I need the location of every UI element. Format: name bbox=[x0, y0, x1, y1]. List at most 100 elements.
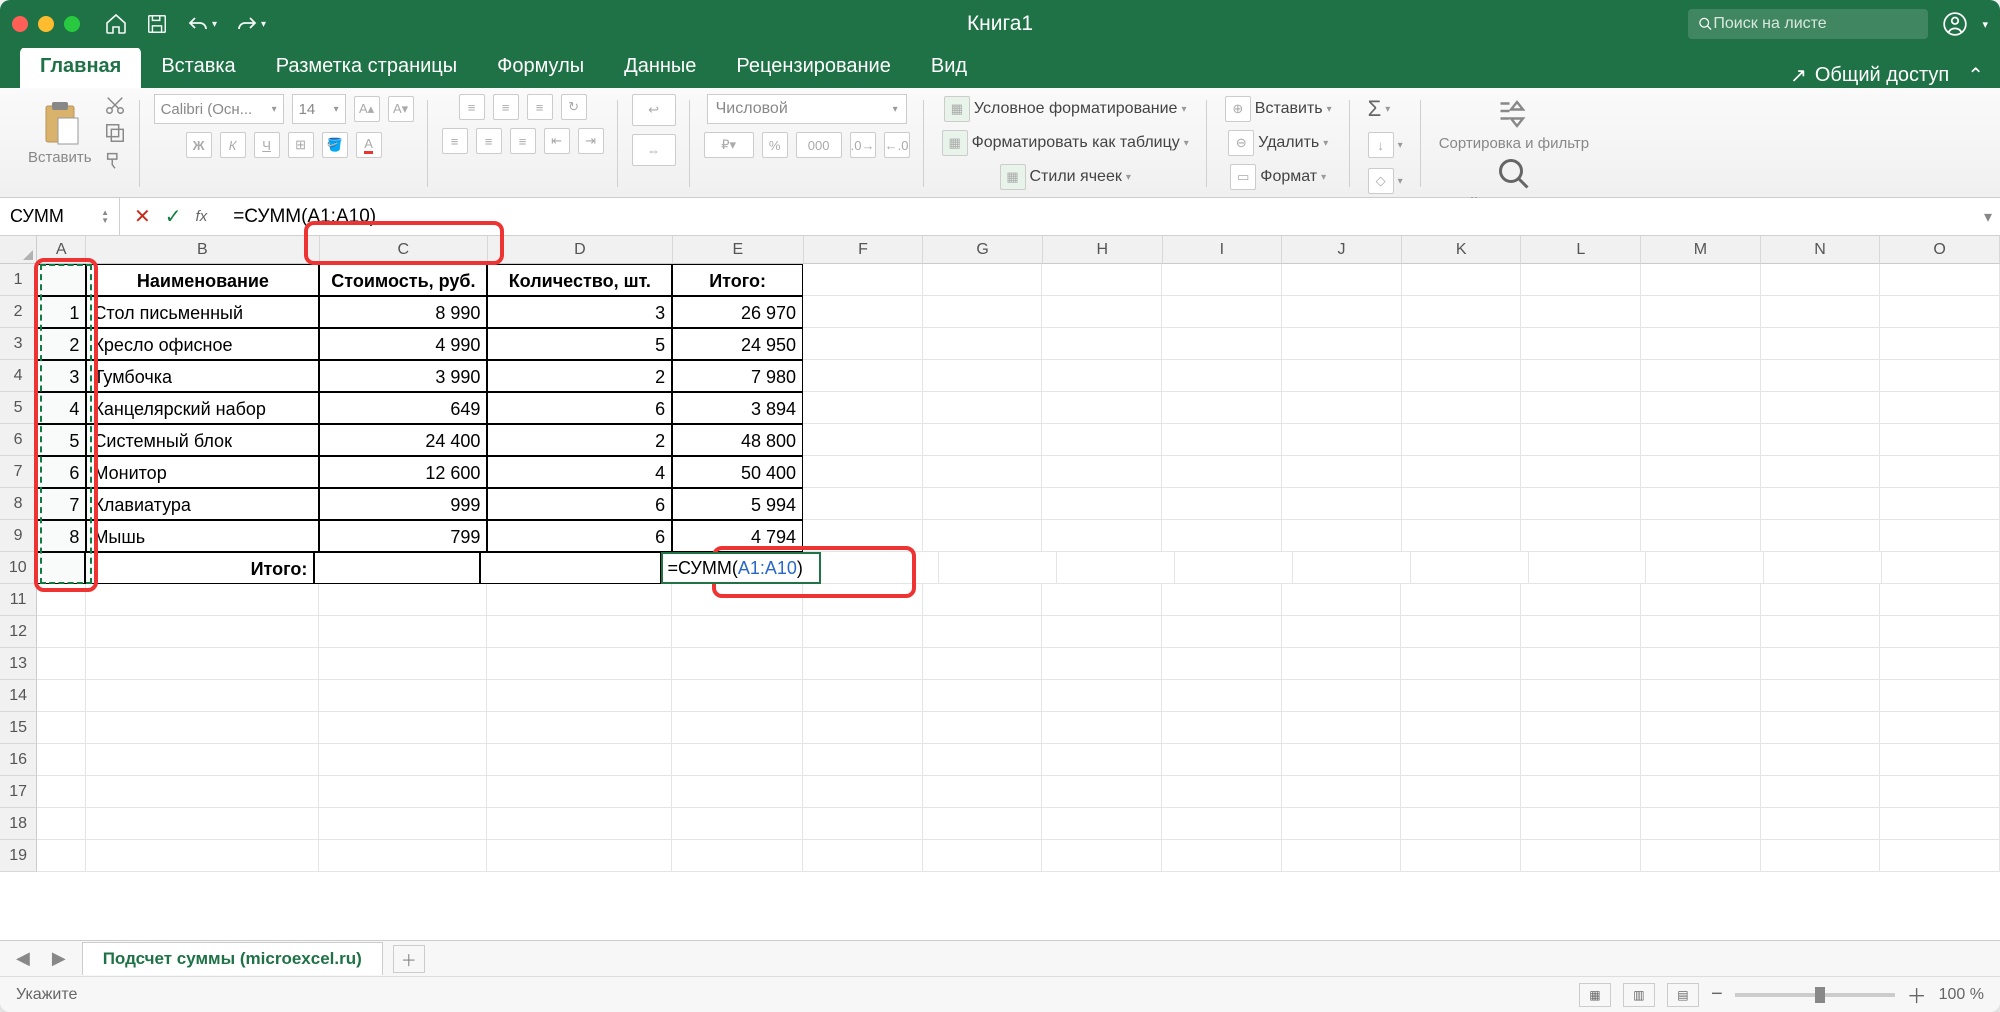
cell[interactable]: 2 bbox=[37, 328, 86, 360]
cell[interactable]: 1 bbox=[37, 296, 86, 328]
increase-decimal-icon[interactable]: .0→ bbox=[850, 132, 876, 158]
cell[interactable] bbox=[1042, 616, 1162, 648]
cell[interactable] bbox=[939, 552, 1057, 584]
cell[interactable] bbox=[1401, 616, 1521, 648]
cell[interactable]: Стоимость, руб. bbox=[319, 264, 487, 296]
merge-cells-icon[interactable]: ⇔ bbox=[632, 134, 676, 166]
cell[interactable] bbox=[1880, 712, 2000, 744]
cell[interactable] bbox=[923, 488, 1043, 520]
cell[interactable] bbox=[1401, 680, 1521, 712]
close-window-button[interactable] bbox=[12, 16, 28, 32]
cell[interactable] bbox=[1042, 712, 1162, 744]
cell[interactable] bbox=[1641, 296, 1761, 328]
cell[interactable] bbox=[1761, 328, 1881, 360]
cell[interactable] bbox=[803, 520, 923, 552]
undo-icon[interactable]: ▾ bbox=[186, 14, 217, 34]
cell[interactable] bbox=[37, 584, 86, 616]
cell[interactable]: 5 bbox=[37, 424, 86, 456]
cell[interactable] bbox=[1042, 264, 1162, 296]
row-header[interactable]: 7 bbox=[0, 456, 37, 488]
cell[interactable] bbox=[803, 264, 923, 296]
cell[interactable] bbox=[1521, 744, 1641, 776]
sort-filter-button[interactable]: Сортировка и фильтр bbox=[1435, 94, 1593, 154]
row-header[interactable]: 5 bbox=[0, 392, 37, 424]
cell[interactable] bbox=[1162, 744, 1282, 776]
cell[interactable]: 5 bbox=[487, 328, 672, 360]
cell[interactable] bbox=[1042, 808, 1162, 840]
cell[interactable] bbox=[1880, 328, 2000, 360]
cell[interactable]: 3 894 bbox=[672, 392, 803, 424]
column-header[interactable]: D bbox=[488, 236, 673, 264]
row-header[interactable]: 9 bbox=[0, 520, 37, 552]
column-header[interactable]: M bbox=[1641, 236, 1761, 264]
cell-styles-button[interactable]: ▦Стили ячеек▾ bbox=[996, 162, 1135, 192]
cell[interactable] bbox=[1880, 584, 2000, 616]
cell[interactable] bbox=[803, 456, 923, 488]
decrease-decimal-icon[interactable]: ←.0 bbox=[884, 132, 910, 158]
cell[interactable] bbox=[1521, 488, 1641, 520]
row-header[interactable]: 14 bbox=[0, 680, 37, 712]
cell[interactable] bbox=[803, 360, 923, 392]
conditional-format-button[interactable]: ▦Условное форматирование▾ bbox=[940, 94, 1191, 124]
cell[interactable] bbox=[37, 264, 86, 296]
row-header[interactable]: 1 bbox=[0, 264, 37, 296]
cell[interactable]: 999 bbox=[319, 488, 487, 520]
cell[interactable] bbox=[1162, 264, 1282, 296]
fx-icon[interactable]: fx bbox=[196, 208, 208, 225]
search-box[interactable] bbox=[1688, 9, 1928, 39]
cell[interactable]: 7 980 bbox=[672, 360, 803, 392]
tab-formulas[interactable]: Формулы bbox=[477, 47, 604, 88]
zoom-in-button[interactable]: ＋ bbox=[1907, 980, 1927, 1009]
cell[interactable] bbox=[1282, 616, 1402, 648]
cell[interactable] bbox=[1761, 360, 1881, 392]
cell[interactable] bbox=[319, 840, 487, 872]
cell[interactable] bbox=[1282, 744, 1402, 776]
cell[interactable] bbox=[1042, 840, 1162, 872]
cell[interactable] bbox=[1521, 840, 1641, 872]
borders-button[interactable]: ⊞ bbox=[288, 132, 314, 158]
cell[interactable] bbox=[1880, 488, 2000, 520]
maximize-window-button[interactable] bbox=[64, 16, 80, 32]
cell[interactable] bbox=[923, 744, 1043, 776]
active-cell-editing[interactable]: =СУММ(A1:A10) bbox=[661, 552, 821, 584]
cell[interactable] bbox=[1282, 424, 1402, 456]
cell[interactable] bbox=[1042, 360, 1162, 392]
cell[interactable] bbox=[1521, 328, 1641, 360]
cell[interactable] bbox=[1162, 648, 1282, 680]
cell[interactable] bbox=[1162, 488, 1282, 520]
cell[interactable] bbox=[1401, 840, 1521, 872]
cell[interactable] bbox=[1282, 488, 1402, 520]
cell[interactable]: Мышь bbox=[86, 520, 319, 552]
cell[interactable] bbox=[1401, 712, 1521, 744]
zoom-slider[interactable] bbox=[1735, 993, 1895, 997]
cell[interactable]: 6 bbox=[487, 488, 672, 520]
cell[interactable] bbox=[1521, 392, 1641, 424]
cell[interactable] bbox=[487, 776, 672, 808]
cell[interactable] bbox=[1761, 712, 1881, 744]
column-header[interactable]: O bbox=[1880, 236, 2000, 264]
cell[interactable] bbox=[1042, 520, 1162, 552]
cell[interactable] bbox=[672, 840, 803, 872]
cell[interactable] bbox=[1641, 808, 1761, 840]
cell[interactable] bbox=[1880, 392, 2000, 424]
cell[interactable] bbox=[1282, 680, 1402, 712]
cell[interactable] bbox=[1282, 776, 1402, 808]
cell[interactable] bbox=[803, 296, 923, 328]
cell[interactable] bbox=[803, 680, 923, 712]
tab-insert[interactable]: Вставка bbox=[141, 47, 255, 88]
cell[interactable] bbox=[1641, 744, 1761, 776]
cell[interactable] bbox=[672, 680, 803, 712]
cell[interactable] bbox=[803, 328, 923, 360]
spreadsheet-grid[interactable]: A B C D E F G H I J K L M N O 1Наименова… bbox=[0, 236, 2000, 940]
cell[interactable]: 8 990 bbox=[319, 296, 487, 328]
cell[interactable] bbox=[803, 584, 923, 616]
cell[interactable] bbox=[1521, 360, 1641, 392]
number-format-select[interactable]: Числовой▾ bbox=[707, 94, 907, 124]
cell[interactable] bbox=[487, 584, 672, 616]
row-header[interactable]: 12 bbox=[0, 616, 37, 648]
cell[interactable] bbox=[1761, 776, 1881, 808]
cell[interactable] bbox=[1282, 360, 1402, 392]
row-header[interactable]: 8 bbox=[0, 488, 37, 520]
row-header[interactable]: 2 bbox=[0, 296, 37, 328]
cell[interactable]: Итого: bbox=[672, 264, 803, 296]
